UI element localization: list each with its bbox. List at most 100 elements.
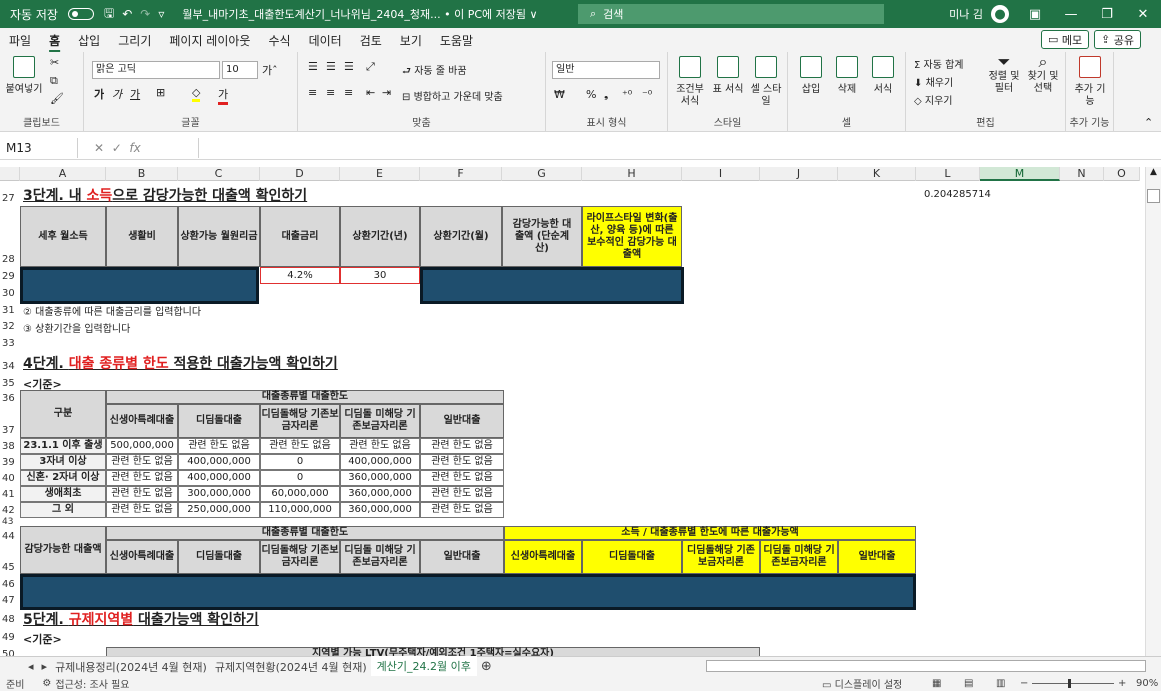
italic-button[interactable]: 가 xyxy=(112,86,122,102)
row-40[interactable]: 40 xyxy=(0,473,18,484)
row-49[interactable]: 49 xyxy=(0,632,18,643)
col-G[interactable]: G xyxy=(502,167,582,181)
border-icon[interactable]: ⊞ xyxy=(156,86,165,99)
limit-row-label[interactable]: 생애최초 xyxy=(20,486,106,502)
row-46[interactable]: 46 xyxy=(0,579,18,590)
limit-cell[interactable]: 관련 한도 없음 xyxy=(420,438,504,454)
normal-view-icon[interactable]: ▦ xyxy=(932,678,941,689)
select-all-corner[interactable] xyxy=(0,167,20,181)
add-sheet-icon[interactable]: ⊕ xyxy=(477,659,496,674)
limit-cell[interactable]: 360,000,000 xyxy=(340,486,420,502)
formula-input[interactable] xyxy=(198,137,1161,158)
scroll-up-icon[interactable]: ▲ xyxy=(1146,167,1161,177)
indent-icon[interactable]: ⇤ xyxy=(366,86,375,99)
tab-regulated-areas[interactable]: 규제지역현황(2024년 4월 현재) xyxy=(211,659,371,675)
row-44[interactable]: 44 xyxy=(0,531,18,542)
paste-button[interactable]: 붙여넣기 xyxy=(4,56,44,96)
menu-insert[interactable]: 삽입 xyxy=(69,32,109,49)
zoom-level[interactable]: 90% xyxy=(1136,678,1158,689)
row-31[interactable]: 31 xyxy=(0,305,18,316)
wrap-text-button[interactable]: ⮐ 자동 줄 바꿈 xyxy=(402,62,467,81)
comma-icon[interactable]: ❟ xyxy=(604,88,608,102)
limit-cell[interactable]: 관련 한도 없음 xyxy=(420,470,504,486)
limit-cell[interactable]: 300,000,000 xyxy=(178,486,260,502)
font-color-icon[interactable]: 가 xyxy=(218,86,229,105)
percent-button[interactable]: % xyxy=(586,88,596,101)
col-I[interactable]: I xyxy=(682,167,760,181)
file-name[interactable]: 월부_내마기초_대출한도계산기_너나위님_2404_청재... • 이 PC에 … xyxy=(182,6,537,22)
horizontal-scrollbar[interactable] xyxy=(706,660,1146,672)
menu-page-layout[interactable]: 페이지 레이아웃 xyxy=(160,32,259,49)
delete-cells-button[interactable]: 삭제 xyxy=(830,56,864,96)
row-35[interactable]: 35 xyxy=(0,378,18,389)
font-name-select[interactable]: 맑은 고딕 xyxy=(92,61,220,79)
row-30[interactable]: 30 xyxy=(0,288,18,299)
insert-cells-button[interactable]: 삽입 xyxy=(794,56,828,96)
tab-prev-icon[interactable]: ◂ xyxy=(24,660,38,673)
row-42[interactable]: 42 xyxy=(0,505,18,516)
avatar[interactable]: ● xyxy=(991,5,1009,23)
col-M[interactable]: M xyxy=(980,167,1060,181)
col-F[interactable]: F xyxy=(420,167,502,181)
zoom-slider-thumb[interactable] xyxy=(1068,679,1071,688)
limit-cell[interactable]: 0 xyxy=(260,454,340,470)
limit-cell[interactable]: 250,000,000 xyxy=(178,502,260,518)
tab-regulation-summary[interactable]: 규제내용정리(2024년 4월 현재) xyxy=(51,659,211,675)
col-B[interactable]: B xyxy=(106,167,178,181)
page-break-icon[interactable]: ▥ xyxy=(996,678,1005,689)
minimize-icon[interactable]: — xyxy=(1053,7,1089,22)
row-29[interactable]: 29 xyxy=(0,271,18,282)
autosave-toggle[interactable] xyxy=(67,8,94,20)
col-O[interactable]: O xyxy=(1104,167,1140,181)
font-size-select[interactable]: 10 xyxy=(222,61,258,79)
limit-row-label[interactable]: 3자녀 이상 xyxy=(20,454,106,470)
autosum-button[interactable]: Σ 자동 합계 xyxy=(914,56,963,71)
cell-L27[interactable]: 0.204285714 xyxy=(924,189,991,200)
close-icon[interactable]: ✕ xyxy=(1125,7,1161,22)
accessibility-status[interactable]: 접근성: 조사 필요 xyxy=(51,676,129,691)
row-43[interactable]: 43 xyxy=(0,517,18,527)
customize-icon[interactable]: ▿ xyxy=(154,7,168,21)
menu-data[interactable]: 데이터 xyxy=(300,32,351,49)
page-layout-icon[interactable]: ▤ xyxy=(964,678,973,689)
row-41[interactable]: 41 xyxy=(0,489,18,500)
limit-row-label[interactable]: 그 외 xyxy=(20,502,106,518)
zoom-in-icon[interactable]: + xyxy=(1118,678,1126,689)
align-top-icon[interactable]: ☰ xyxy=(308,60,318,73)
zoom-out-icon[interactable]: − xyxy=(1020,678,1028,689)
input-period-years[interactable]: 30 xyxy=(340,267,420,284)
collapse-ribbon-icon[interactable]: ⌃ xyxy=(1144,116,1153,129)
col-H[interactable]: H xyxy=(582,167,682,181)
col-A[interactable]: A xyxy=(20,167,106,181)
save-icon[interactable]: 🖫 xyxy=(100,4,118,25)
align-right-icon[interactable]: ≡ xyxy=(344,86,353,99)
search-box[interactable]: ⌕ 검색 xyxy=(578,4,884,24)
row-50[interactable]: 50 xyxy=(0,649,18,656)
row-34[interactable]: 34 xyxy=(0,361,18,372)
find-select-button[interactable]: ⌕ 찾기 및 선택 xyxy=(1024,54,1062,95)
ribbon-display-icon[interactable]: ▣ xyxy=(1017,7,1053,22)
display-settings-button[interactable]: ▭ 디스플레이 설정 xyxy=(822,676,902,691)
underline-button[interactable]: 가 xyxy=(130,86,140,102)
sort-filter-button[interactable]: ⏷ 정렬 및 필터 xyxy=(986,54,1022,95)
limit-cell[interactable]: 400,000,000 xyxy=(340,454,420,470)
limit-cell[interactable]: 360,000,000 xyxy=(340,470,420,486)
row-48[interactable]: 48 xyxy=(0,614,18,625)
orientation-icon[interactable]: ⤢ xyxy=(366,60,375,74)
memo-button[interactable]: ▭ 메모 xyxy=(1041,30,1090,49)
menu-draw[interactable]: 그리기 xyxy=(109,32,160,49)
cut-icon[interactable]: ✂ xyxy=(50,56,59,69)
name-box[interactable]: M13 xyxy=(0,137,78,158)
tab-calculator[interactable]: 계산기_24.2월 이후 xyxy=(370,655,477,678)
align-bottom-icon[interactable]: ☰ xyxy=(344,60,354,73)
limit-cell[interactable]: 관련 한도 없음 xyxy=(420,486,504,502)
col-C[interactable]: C xyxy=(178,167,260,181)
limit-row-label[interactable]: 신혼· 2자녀 이상 xyxy=(20,470,106,486)
outdent-icon[interactable]: ⇥ xyxy=(382,86,391,99)
copy-icon[interactable]: ⧉ xyxy=(50,74,58,88)
decrease-decimal-icon[interactable]: ⁻⁰ xyxy=(642,88,652,101)
limit-cell[interactable]: 관련 한도 없음 xyxy=(420,454,504,470)
fx-icon[interactable]: fx xyxy=(129,141,140,155)
limit-cell[interactable]: 관련 한도 없음 xyxy=(106,454,178,470)
fill-color-icon[interactable]: ◇ xyxy=(192,86,201,102)
